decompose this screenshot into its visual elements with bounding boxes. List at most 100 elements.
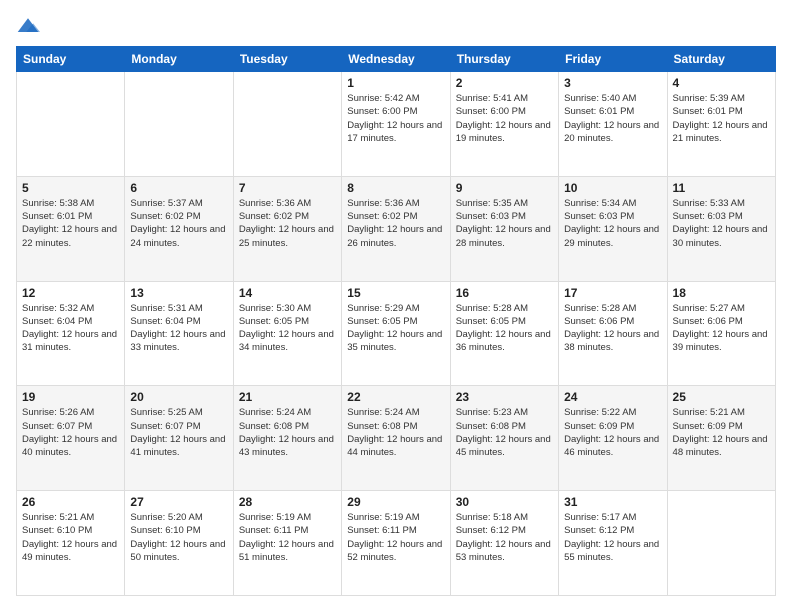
calendar-cell: [17, 72, 125, 177]
header: [16, 16, 776, 36]
calendar-cell: 28 Sunrise: 5:19 AM Sunset: 6:11 PM Dayli…: [233, 491, 341, 596]
calendar-cell: 1Sunrise: 5:42 AM Sunset: 6:00 PM Daylig…: [342, 72, 450, 177]
week-row-5: 26 Sunrise: 5:21 AM Sunset: 6:10 PM Dayli…: [17, 491, 776, 596]
weekday-header-friday: Friday: [559, 47, 667, 72]
day-number: 22: [347, 390, 444, 404]
cell-info: Sunrise: 5:21 AM Sunset: 6:09 PM Dayligh…: [673, 406, 770, 459]
calendar-cell: 15Sunrise: 5:29 AM Sunset: 6:05 PM Dayli…: [342, 281, 450, 386]
cell-info: Sunrise: 5:27 AM Sunset: 6:06 PM Dayligh…: [673, 302, 770, 355]
day-number: 9: [456, 181, 553, 195]
cell-info: Sunrise: 5:38 AM Sunset: 6:01 PM Dayligh…: [22, 197, 119, 250]
cell-info: Sunrise: 5:37 AM Sunset: 6:02 PM Dayligh…: [130, 197, 227, 250]
calendar-cell: 9 Sunrise: 5:35 AM Sunset: 6:03 PM Daylig…: [450, 176, 558, 281]
day-number: 11: [673, 181, 770, 195]
day-number: 21: [239, 390, 336, 404]
calendar-cell: 10 Sunrise: 5:34 AM Sunset: 6:03 PM Dayli…: [559, 176, 667, 281]
weekday-header-thursday: Thursday: [450, 47, 558, 72]
calendar-cell: 26 Sunrise: 5:21 AM Sunset: 6:10 PM Dayli…: [17, 491, 125, 596]
calendar-cell: 13Sunrise: 5:31 AM Sunset: 6:04 PM Dayli…: [125, 281, 233, 386]
calendar-cell: 29 Sunrise: 5:19 AM Sunset: 6:11 PM Dayli…: [342, 491, 450, 596]
weekday-header-wednesday: Wednesday: [342, 47, 450, 72]
day-number: 14: [239, 286, 336, 300]
calendar-cell: 7 Sunrise: 5:36 AM Sunset: 6:02 PM Daylig…: [233, 176, 341, 281]
day-number: 26: [22, 495, 119, 509]
calendar-cell: 18 Sunrise: 5:27 AM Sunset: 6:06 PM Dayli…: [667, 281, 775, 386]
calendar-table: SundayMondayTuesdayWednesdayThursdayFrid…: [16, 46, 776, 596]
calendar-cell: [667, 491, 775, 596]
calendar-cell: 31 Sunrise: 5:17 AM Sunset: 6:12 PM Dayli…: [559, 491, 667, 596]
day-number: 28: [239, 495, 336, 509]
logo-icon: [16, 16, 40, 36]
week-row-4: 19 Sunrise: 5:26 AM Sunset: 6:07 PM Dayli…: [17, 386, 776, 491]
day-number: 3: [564, 76, 661, 90]
cell-info: Sunrise: 5:24 AM Sunset: 6:08 PM Dayligh…: [347, 406, 444, 459]
weekday-header-saturday: Saturday: [667, 47, 775, 72]
weekday-header-sunday: Sunday: [17, 47, 125, 72]
day-number: 24: [564, 390, 661, 404]
day-number: 23: [456, 390, 553, 404]
day-number: 12: [22, 286, 119, 300]
day-number: 31: [564, 495, 661, 509]
day-number: 10: [564, 181, 661, 195]
cell-info: Sunrise: 5:28 AM Sunset: 6:05 PM Dayligh…: [456, 302, 553, 355]
cell-info: Sunrise: 5:31 AM Sunset: 6:04 PM Dayligh…: [130, 302, 227, 355]
day-number: 19: [22, 390, 119, 404]
day-number: 29: [347, 495, 444, 509]
day-number: 16: [456, 286, 553, 300]
cell-info: Sunrise: 5:35 AM Sunset: 6:03 PM Dayligh…: [456, 197, 553, 250]
calendar-cell: 4 Sunrise: 5:39 AM Sunset: 6:01 PM Daylig…: [667, 72, 775, 177]
page: SundayMondayTuesdayWednesdayThursdayFrid…: [0, 0, 792, 612]
cell-info: Sunrise: 5:29 AM Sunset: 6:05 PM Dayligh…: [347, 302, 444, 355]
cell-info: Sunrise: 5:28 AM Sunset: 6:06 PM Dayligh…: [564, 302, 661, 355]
weekday-header-monday: Monday: [125, 47, 233, 72]
calendar-cell: 14Sunrise: 5:30 AM Sunset: 6:05 PM Dayli…: [233, 281, 341, 386]
calendar-cell: [233, 72, 341, 177]
week-row-2: 5 Sunrise: 5:38 AM Sunset: 6:01 PM Daylig…: [17, 176, 776, 281]
day-number: 20: [130, 390, 227, 404]
calendar-cell: 30 Sunrise: 5:18 AM Sunset: 6:12 PM Dayli…: [450, 491, 558, 596]
logo: [16, 16, 44, 36]
day-number: 8: [347, 181, 444, 195]
week-row-3: 12 Sunrise: 5:32 AM Sunset: 6:04 PM Dayli…: [17, 281, 776, 386]
cell-info: Sunrise: 5:36 AM Sunset: 6:02 PM Dayligh…: [347, 197, 444, 250]
calendar-cell: 12 Sunrise: 5:32 AM Sunset: 6:04 PM Dayli…: [17, 281, 125, 386]
cell-info: Sunrise: 5:19 AM Sunset: 6:11 PM Dayligh…: [347, 511, 444, 564]
cell-info: Sunrise: 5:21 AM Sunset: 6:10 PM Dayligh…: [22, 511, 119, 564]
calendar-cell: 25Sunrise: 5:21 AM Sunset: 6:09 PM Dayli…: [667, 386, 775, 491]
cell-info: Sunrise: 5:32 AM Sunset: 6:04 PM Dayligh…: [22, 302, 119, 355]
calendar-cell: 11Sunrise: 5:33 AM Sunset: 6:03 PM Dayli…: [667, 176, 775, 281]
cell-info: Sunrise: 5:20 AM Sunset: 6:10 PM Dayligh…: [130, 511, 227, 564]
day-number: 6: [130, 181, 227, 195]
calendar-cell: 19 Sunrise: 5:26 AM Sunset: 6:07 PM Dayli…: [17, 386, 125, 491]
calendar-cell: [125, 72, 233, 177]
cell-info: Sunrise: 5:26 AM Sunset: 6:07 PM Dayligh…: [22, 406, 119, 459]
day-number: 7: [239, 181, 336, 195]
day-number: 18: [673, 286, 770, 300]
day-number: 4: [673, 76, 770, 90]
calendar-cell: 27Sunrise: 5:20 AM Sunset: 6:10 PM Dayli…: [125, 491, 233, 596]
calendar-cell: 24Sunrise: 5:22 AM Sunset: 6:09 PM Dayli…: [559, 386, 667, 491]
calendar-cell: 20Sunrise: 5:25 AM Sunset: 6:07 PM Dayli…: [125, 386, 233, 491]
calendar-cell: 8 Sunrise: 5:36 AM Sunset: 6:02 PM Daylig…: [342, 176, 450, 281]
weekday-header-row: SundayMondayTuesdayWednesdayThursdayFrid…: [17, 47, 776, 72]
week-row-1: 1Sunrise: 5:42 AM Sunset: 6:00 PM Daylig…: [17, 72, 776, 177]
cell-info: Sunrise: 5:19 AM Sunset: 6:11 PM Dayligh…: [239, 511, 336, 564]
day-number: 5: [22, 181, 119, 195]
calendar-cell: 21 Sunrise: 5:24 AM Sunset: 6:08 PM Dayli…: [233, 386, 341, 491]
cell-info: Sunrise: 5:18 AM Sunset: 6:12 PM Dayligh…: [456, 511, 553, 564]
cell-info: Sunrise: 5:24 AM Sunset: 6:08 PM Dayligh…: [239, 406, 336, 459]
weekday-header-tuesday: Tuesday: [233, 47, 341, 72]
calendar-cell: 16 Sunrise: 5:28 AM Sunset: 6:05 PM Dayli…: [450, 281, 558, 386]
cell-info: Sunrise: 5:34 AM Sunset: 6:03 PM Dayligh…: [564, 197, 661, 250]
day-number: 30: [456, 495, 553, 509]
day-number: 17: [564, 286, 661, 300]
calendar-cell: 5 Sunrise: 5:38 AM Sunset: 6:01 PM Daylig…: [17, 176, 125, 281]
cell-info: Sunrise: 5:23 AM Sunset: 6:08 PM Dayligh…: [456, 406, 553, 459]
cell-info: Sunrise: 5:36 AM Sunset: 6:02 PM Dayligh…: [239, 197, 336, 250]
cell-info: Sunrise: 5:39 AM Sunset: 6:01 PM Dayligh…: [673, 92, 770, 145]
day-number: 2: [456, 76, 553, 90]
calendar-cell: 3Sunrise: 5:40 AM Sunset: 6:01 PM Daylig…: [559, 72, 667, 177]
calendar-cell: 17 Sunrise: 5:28 AM Sunset: 6:06 PM Dayli…: [559, 281, 667, 386]
cell-info: Sunrise: 5:17 AM Sunset: 6:12 PM Dayligh…: [564, 511, 661, 564]
calendar-cell: 6 Sunrise: 5:37 AM Sunset: 6:02 PM Daylig…: [125, 176, 233, 281]
